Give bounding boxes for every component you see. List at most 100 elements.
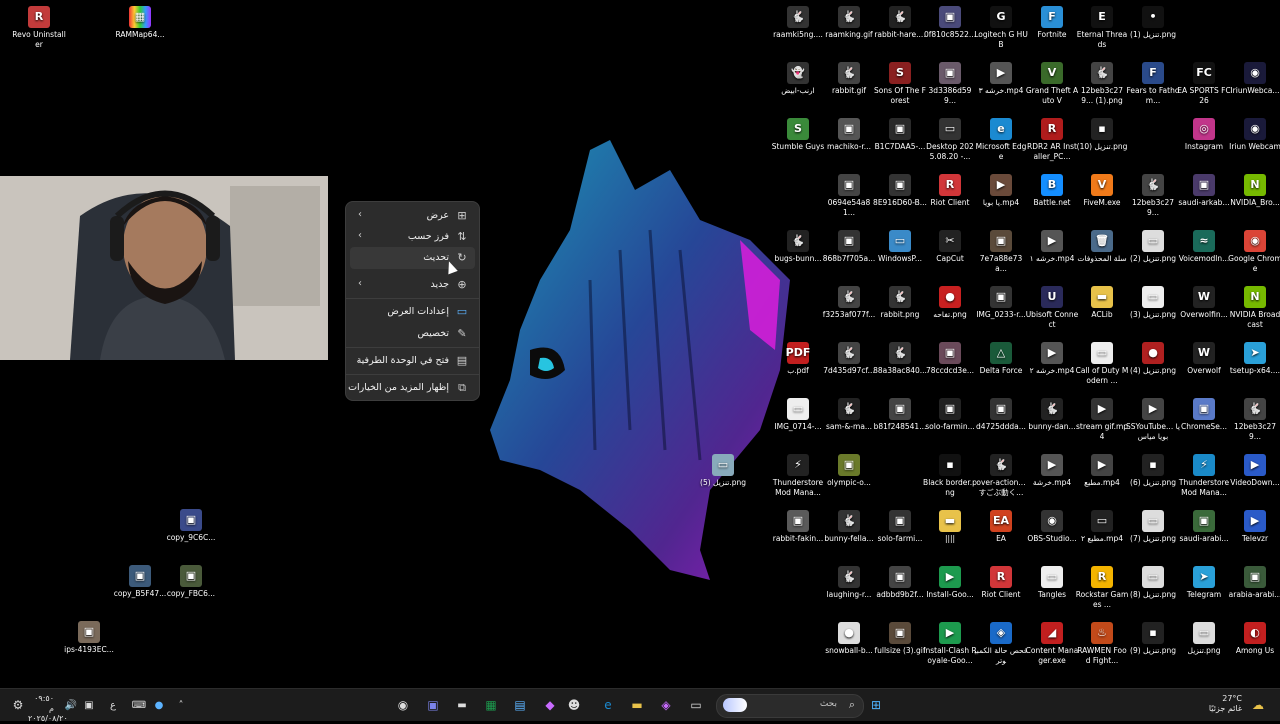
desktop-icon[interactable]: ● تفاحه.png — [923, 282, 977, 338]
desktop-icon[interactable]: ♨ RAWMEN Food Fight... — [1075, 618, 1129, 674]
desktop-icon[interactable]: ▭ مطبع ٢.mp4 — [1075, 506, 1129, 562]
desktop-icon[interactable]: ◉ IriunWebca... — [1228, 58, 1280, 114]
desktop-icon[interactable]: ▣ ChromeSe... — [1177, 394, 1231, 450]
desktop-icon[interactable]: ▣ b81f248541... — [873, 394, 927, 450]
desktop-icon[interactable]: ▶ Televzr — [1228, 506, 1280, 562]
app-icon-m365[interactable]: ◆ — [540, 694, 560, 716]
desktop-icon[interactable]: 🐇 bunny-fella... — [822, 506, 876, 562]
desktop-icon[interactable]: ➤ Telegram — [1177, 562, 1231, 618]
settings-icon[interactable]: ⚙ — [10, 694, 26, 716]
desktop-icon[interactable]: ▭ تنزيل.png — [1177, 618, 1231, 674]
desktop-icon[interactable]: F Fears to Fathom... — [1126, 58, 1180, 114]
desktop-icon[interactable]: W Overwolf — [1177, 338, 1231, 394]
desktop-icon[interactable]: ▭ تنزيل (2).png — [1126, 226, 1180, 282]
menu-item-sort-by[interactable]: ‹ فرز حسب ⇅ — [350, 226, 475, 248]
desktop-icon[interactable]: ● تنزيل (4).png — [1126, 338, 1180, 394]
desktop-icon[interactable]: U Ubisoft Connect — [1025, 282, 1079, 338]
desktop-icon[interactable]: R Riot Client — [923, 170, 977, 226]
desktop-icon[interactable]: ▣ 868b7f705a... — [822, 226, 876, 282]
desktop-icon[interactable]: 🐇 f3253af077f... — [822, 282, 876, 338]
desktop-icon[interactable]: • تنزيل (1).png — [1126, 2, 1180, 58]
desktop-icon[interactable]: ◢ Content Manager.exe — [1025, 618, 1079, 674]
desktop-icon[interactable]: PDF ب.pdf — [771, 338, 825, 394]
desktop-icon[interactable]: ▣ machiko-r... — [822, 114, 876, 170]
desktop-icon[interactable]: ▶ خرشه ٣.mp4 — [974, 58, 1028, 114]
desktop-icon[interactable]: ▪ تنزيل (9).png — [1126, 618, 1180, 674]
desktop-icon[interactable]: ◐ Among Us — [1228, 618, 1280, 674]
app-icon-mascot[interactable]: ☻ — [562, 694, 586, 716]
app-icon-excel[interactable]: ▦ — [481, 694, 501, 716]
desktop-icon[interactable]: ▣ d4725ddda... — [974, 394, 1028, 450]
desktop-icon[interactable]: △ Delta Force — [974, 338, 1028, 394]
desktop-icon[interactable]: ▣ saudi-arkab... — [1177, 170, 1231, 226]
desktop-icon[interactable]: B Battle.net — [1025, 170, 1079, 226]
desktop-icon[interactable]: ▣ B1C7DAA5-... — [873, 114, 927, 170]
desktop-icon[interactable]: V Grand Theft Auto V — [1025, 58, 1079, 114]
desktop-icon[interactable]: ▪ Black border.png — [923, 450, 977, 506]
desktop-icon[interactable]: 🐇 raamki5ng.... — [771, 2, 825, 58]
desktop-icon[interactable]: ◎ Instagram — [1177, 114, 1231, 170]
desktop-icon[interactable]: 🐇 raamking.gif — [822, 2, 876, 58]
taskbar-search-box[interactable]: بحث ⌕ — [716, 694, 864, 718]
desktop-icon[interactable]: 🐇 12beb3c279... — [1228, 394, 1280, 450]
menu-item-refresh[interactable]: تحديث ↻ — [350, 247, 475, 269]
app-icon-file-explorer[interactable]: ▬ — [627, 694, 647, 716]
desktop-icon[interactable]: N NVIDIA Broadcast — [1228, 282, 1280, 338]
desktop[interactable]: R Revo Uninstaller ▦ RAMMap64... ▣ copy_… — [0, 0, 1280, 688]
menu-item-view[interactable]: ‹ عرض ⊞ — [350, 205, 475, 227]
desktop-icon[interactable]: EA EA — [974, 506, 1028, 562]
desktop-icon[interactable]: e Microsoft Edge — [974, 114, 1028, 170]
desktop-icon[interactable]: ▶ مطبع.mp4 — [1075, 450, 1129, 506]
desktop-icon[interactable]: ▭ تنزيل (8).png — [1126, 562, 1180, 618]
desktop-icon[interactable]: W Overwolfin... — [1177, 282, 1231, 338]
desktop-icon[interactable]: ▣ IMG_0233-r... — [974, 282, 1028, 338]
desktop-icon[interactable]: ▭ Call of Duty Modern ... — [1075, 338, 1129, 394]
desktop-icon[interactable]: ▣ solo-farmin... — [923, 394, 977, 450]
desktop-icon[interactable]: ▭ تنزيل (5).png — [696, 450, 750, 506]
start-button[interactable]: ⊞ — [866, 694, 886, 716]
desktop-icon[interactable]: ▣ ips-4193EC... — [62, 617, 116, 673]
menu-item-open-terminal[interactable]: فتح في الوحدة الطرفية ▤ — [350, 350, 475, 372]
app-icon-obs[interactable]: ◉ — [393, 694, 413, 716]
desktop-icon[interactable]: 🐇 7d435d97cf... — [822, 338, 876, 394]
desktop-icon[interactable]: ⚡ Thunderstore Mod Mana... — [771, 450, 825, 506]
language-indicator[interactable]: ع — [106, 694, 120, 716]
microphone-icon[interactable]: ● — [152, 694, 166, 716]
desktop-icon[interactable]: 🐇 sam-&-ma... — [822, 394, 876, 450]
desktop-icon[interactable]: F Fortnite — [1025, 2, 1079, 58]
desktop-icon[interactable]: ● snowball-b... — [822, 618, 876, 674]
desktop-icon[interactable]: ▣ 7e7a88e73a... — [974, 226, 1028, 282]
desktop-icon[interactable]: 🐇 rabbit.png — [873, 282, 927, 338]
desktop-icon[interactable]: R RDR2 AR Installer_PC... — [1025, 114, 1079, 170]
desktop-icon[interactable]: ▭ تنزيل (7).png — [1126, 506, 1180, 562]
desktop-icon[interactable]: ▣ 0694e54a81... — [822, 170, 876, 226]
desktop-icon[interactable]: ▣ rabbit-fakin... — [771, 506, 825, 562]
desktop-icon[interactable]: ▣ 78ccdcd3e... — [923, 338, 977, 394]
desktop-icon[interactable]: R Rockstar Games ... — [1075, 562, 1129, 618]
weather-widget[interactable]: 27°C غائم جزئيًا — [1196, 694, 1242, 714]
desktop-icon[interactable]: ▶ يا بويا.mp4 — [974, 170, 1028, 226]
desktop-icon[interactable]: 🐇 rabbit-hare.... — [873, 2, 927, 58]
desktop-icon[interactable]: 🐇 rabbit.gif — [822, 58, 876, 114]
desktop-icon[interactable]: 🐇 bunny-dan... — [1025, 394, 1079, 450]
desktop-icon[interactable]: ▪ تنزيل (6).png — [1126, 450, 1180, 506]
desktop-icon[interactable]: ▭ Tangles — [1025, 562, 1079, 618]
desktop-icon[interactable]: ◉ Iriun Webcam — [1228, 114, 1280, 170]
desktop-icon[interactable]: ▬ |||| — [923, 506, 977, 562]
desktop-icon[interactable]: 🐇 12beb3c279... — [1126, 170, 1180, 226]
desktop-icon[interactable]: 🗑 سلة المحذوفات — [1075, 226, 1129, 282]
desktop-icon[interactable]: ▭ WindowsP... — [873, 226, 927, 282]
desktop-icon[interactable]: ▭ تنزيل (3).png — [1126, 282, 1180, 338]
app-icon-task-view[interactable]: ▭ — [686, 694, 706, 716]
desktop-icon[interactable]: 🐇 bugs-bunn... — [771, 226, 825, 282]
app-icon-store[interactable]: ▤ — [510, 694, 530, 716]
desktop-icon[interactable]: ▣ 3d3386d599... — [923, 58, 977, 114]
app-icon-teams[interactable]: ▣ — [423, 694, 443, 716]
desktop-icon[interactable]: ✂ CapCut — [923, 226, 977, 282]
volume-icon[interactable]: 🔊 — [64, 694, 78, 716]
desktop-icon[interactable]: ▭ IMG_0714-... — [771, 394, 825, 450]
desktop-icon[interactable]: ▭ Desktop 2025.08.20 -... — [923, 114, 977, 170]
desktop-icon[interactable]: ⚡ Thunderstore Mod Mana... — [1177, 450, 1231, 506]
desktop-icon[interactable]: ▶ Install-Goo... — [923, 562, 977, 618]
desktop-icon[interactable]: ▶ stream gif.mp4 — [1075, 394, 1129, 450]
